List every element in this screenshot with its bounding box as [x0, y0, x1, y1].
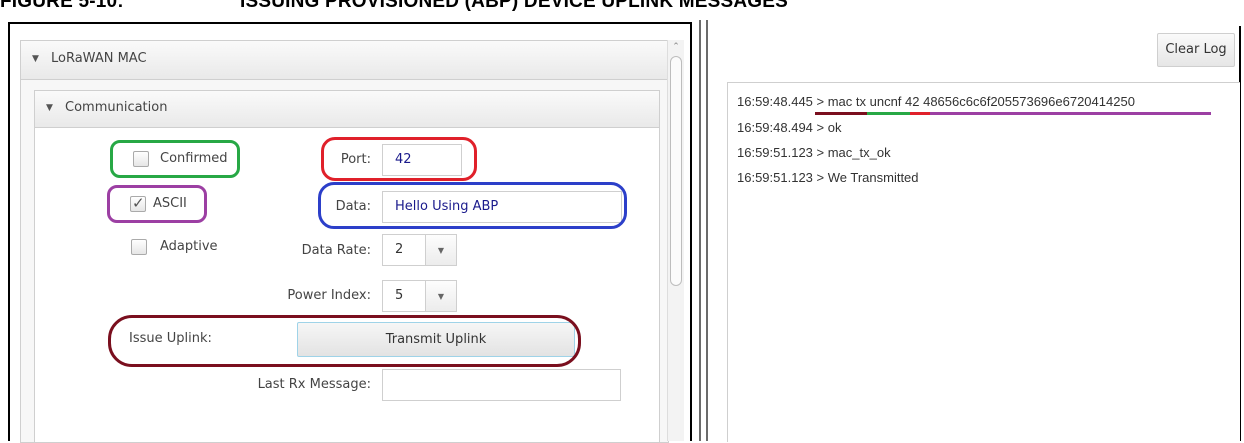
- lorawan-mac-header[interactable]: ▼ LoRaWAN MAC: [21, 41, 668, 80]
- chevron-down-icon[interactable]: ▼: [425, 280, 457, 312]
- log-line: 16:59:48.494 > ok: [737, 120, 842, 135]
- log-line: 16:59:48.445 > mac tx uncnf 42 48656c6c6…: [737, 94, 1135, 109]
- payload-underline: [930, 112, 1211, 115]
- port-underline: [910, 112, 930, 115]
- figure-title: FIGURE 5-10: ISSUING PROVISIONED (ABP) DE…: [0, 0, 789, 12]
- confirmed-annotation: [110, 140, 240, 178]
- last-rx-field: [382, 369, 621, 401]
- pane-splitter-right[interactable]: [706, 20, 708, 441]
- last-rx-label: Last Rx Message:: [257, 377, 371, 392]
- log-panel: 16:59:48.445 > mac tx uncnf 42 48656c6c6…: [727, 82, 1240, 442]
- tx-command-underline: [815, 112, 867, 115]
- figure-caption: ISSUING PROVISIONED (ABP) DEVICE UPLINK …: [240, 0, 789, 12]
- triangle-down-icon[interactable]: ▼: [32, 54, 39, 64]
- uncnf-underline: [867, 112, 910, 115]
- power-index-label: Power Index:: [287, 288, 371, 303]
- power-index-select[interactable]: 5: [382, 280, 426, 312]
- vertical-scrollbar[interactable]: ⌃: [667, 40, 684, 441]
- subsection-title: Communication: [65, 100, 168, 115]
- ascii-annotation: [107, 185, 207, 223]
- figure-number: FIGURE 5-10:: [0, 0, 124, 12]
- scrollbar-thumb[interactable]: [670, 56, 682, 286]
- issue-uplink-annotation: [108, 315, 581, 367]
- triangle-down-icon[interactable]: ▼: [46, 103, 53, 113]
- section-title: LoRaWAN MAC: [51, 51, 147, 66]
- log-line: 16:59:51.123 > We Transmitted: [737, 170, 919, 185]
- clear-log-button[interactable]: Clear Log: [1157, 33, 1235, 67]
- port-annotation: [321, 137, 477, 181]
- adaptive-label: Adaptive: [160, 239, 218, 254]
- chevron-up-icon[interactable]: ⌃: [668, 40, 684, 54]
- log-line: 16:59:51.123 > mac_tx_ok: [737, 145, 891, 160]
- chevron-down-icon[interactable]: ▼: [425, 234, 457, 266]
- data-rate-label: Data Rate:: [301, 243, 371, 258]
- data-rate-select[interactable]: 2: [382, 234, 426, 266]
- communication-header[interactable]: ▼ Communication: [35, 91, 659, 128]
- pane-splitter-left[interactable]: [699, 20, 701, 441]
- data-annotation: [318, 182, 627, 229]
- adaptive-checkbox[interactable]: [131, 239, 147, 255]
